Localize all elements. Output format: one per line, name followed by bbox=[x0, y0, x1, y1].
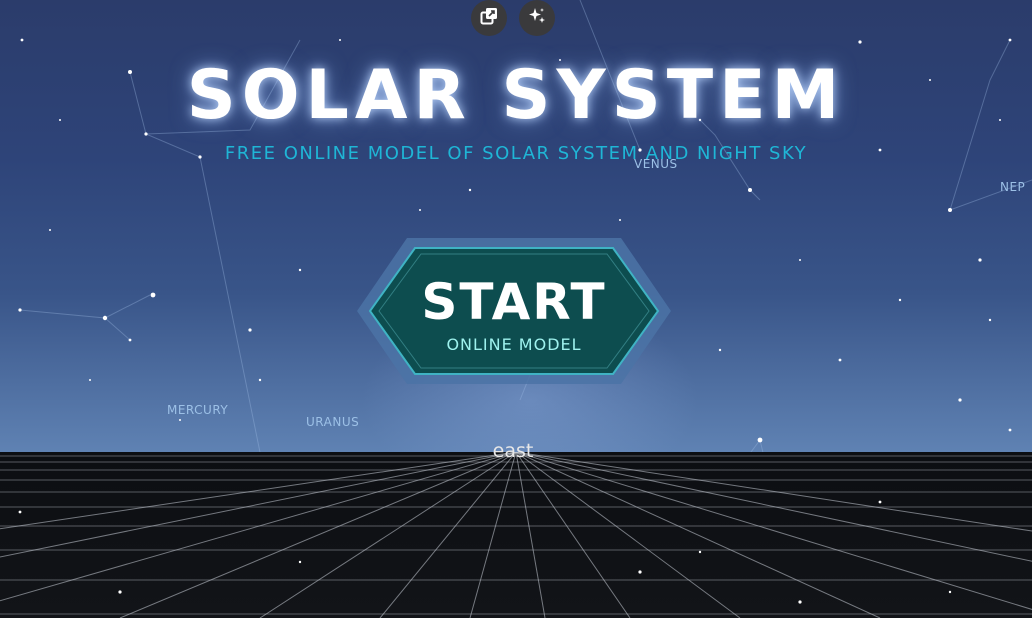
page-subtitle: FREE ONLINE MODEL OF SOLAR SYSTEM AND NI… bbox=[224, 143, 808, 164]
perspective-grid bbox=[0, 452, 1032, 618]
planet-label-mercury[interactable]: MERCURY bbox=[167, 403, 228, 417]
open-external-icon bbox=[480, 7, 498, 30]
start-button[interactable]: START ONLINE MODEL bbox=[357, 238, 671, 384]
ground-plane[interactable] bbox=[0, 452, 1032, 618]
page-title: SOLAR SYSTEM bbox=[186, 56, 846, 135]
planet-label-neptune[interactable]: NEP bbox=[1000, 180, 1025, 194]
start-button-label: START bbox=[421, 273, 607, 331]
ai-sparkle-button[interactable] bbox=[519, 0, 555, 36]
planet-label-uranus[interactable]: URANUS bbox=[306, 415, 359, 429]
open-external-button[interactable] bbox=[471, 0, 507, 36]
compass-direction-label: east bbox=[492, 440, 534, 462]
sparkle-icon bbox=[527, 6, 547, 31]
start-button-sublabel: ONLINE MODEL bbox=[446, 335, 582, 354]
